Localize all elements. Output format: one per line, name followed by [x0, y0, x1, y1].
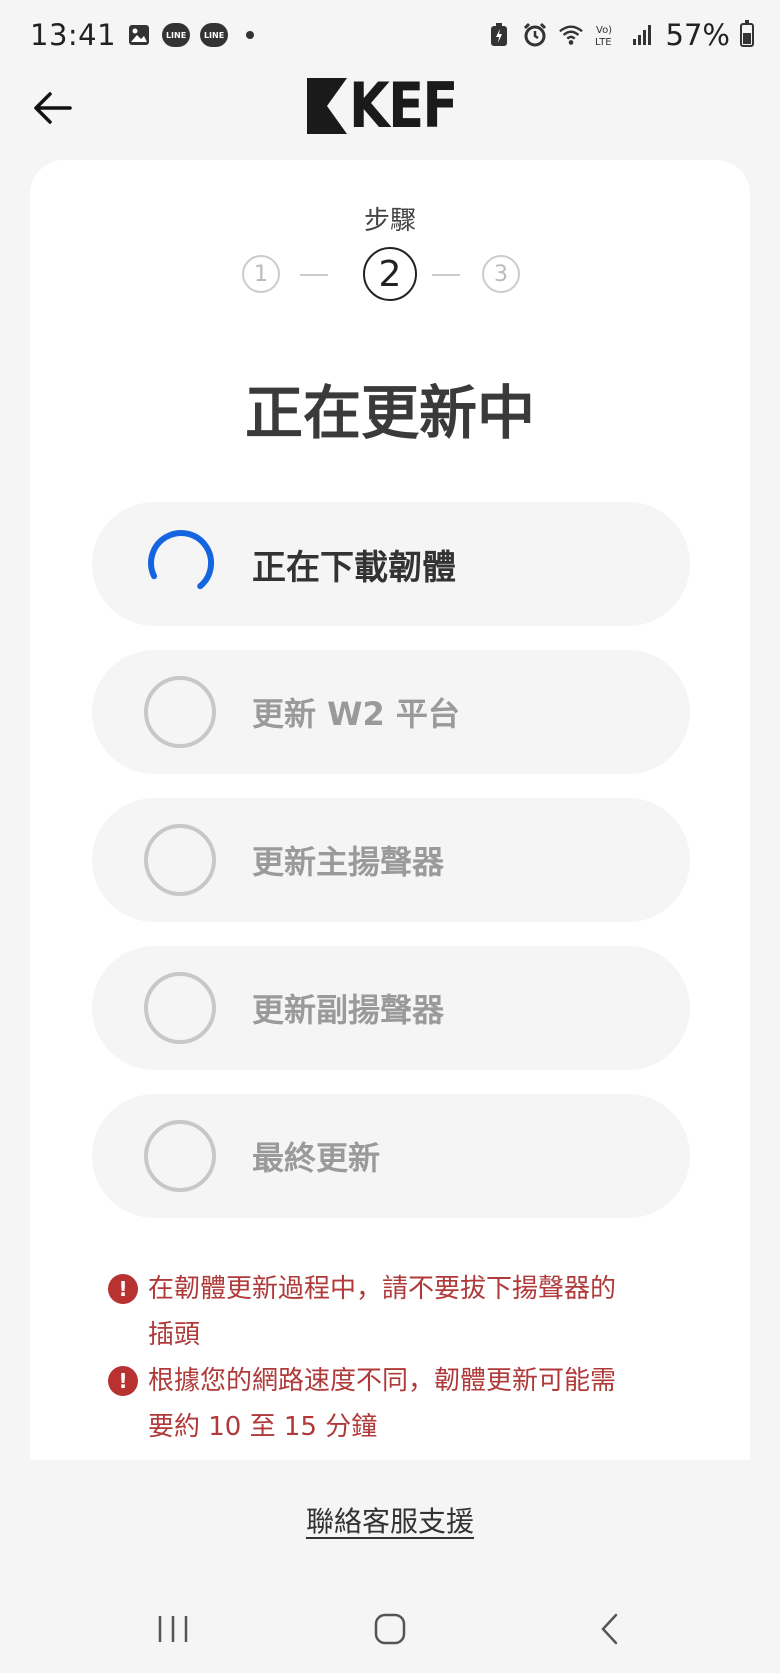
warning-text: 在韌體更新過程中，請不要拔下揚聲器的 插頭 [148, 1266, 616, 1358]
system-nav-bar [0, 1590, 780, 1670]
signal-icon [630, 22, 656, 48]
status-time: 13:41 [30, 18, 117, 52]
pending-circle-icon [144, 676, 216, 748]
task-item-download-firmware: 正在下載韌體 [92, 502, 690, 626]
step-connector [432, 274, 460, 276]
chevron-left-icon [601, 1613, 618, 1645]
task-item-update-secondary-speaker: 更新副揚聲器 [92, 946, 690, 1070]
arrow-left-icon [34, 92, 72, 124]
exclamation-icon: ! [108, 1366, 138, 1396]
svg-text:Vo): Vo) [596, 25, 612, 36]
contact-support-link[interactable]: 聯絡客服支援 [0, 1500, 780, 1540]
top-bar: KEF [0, 70, 780, 170]
line-app-icon: LINE [162, 23, 191, 47]
home-button[interactable] [360, 1604, 420, 1654]
recent-apps-icon [158, 1616, 188, 1642]
warning-line: 根據您的網路速度不同，韌體更新可能需 [148, 1366, 617, 1396]
step-label: 步驟 [363, 206, 416, 236]
warning-unplug: ! 在韌體更新過程中，請不要拔下揚聲器的 插頭 [108, 1266, 678, 1358]
recent-apps-button[interactable] [143, 1604, 203, 1654]
warning-line: 插頭 [148, 1320, 201, 1350]
wifi-icon [558, 22, 584, 48]
battery-saver-icon [486, 22, 512, 48]
pending-circle-icon [144, 1120, 216, 1192]
alarm-icon [522, 22, 548, 48]
task-label: 正在下載韌體 [252, 547, 456, 588]
task-item-update-primary-speaker: 更新主揚聲器 [92, 798, 690, 922]
battery-icon [740, 20, 754, 47]
pending-circle-icon [144, 824, 216, 896]
gallery-icon [126, 22, 152, 48]
battery-percentage: 57% [665, 18, 730, 52]
task-item-final-update: 最終更新 [92, 1094, 690, 1218]
more-notifications-dot-icon [246, 31, 255, 39]
status-bar: 13:41 LINE LINE Vo) LTE 57% [0, 0, 780, 70]
warning-text: 根據您的網路速度不同，韌體更新可能需 要約 10 至 15 分鐘 [148, 1358, 616, 1450]
exclamation-icon: ! [108, 1274, 138, 1304]
task-label: 更新 W2 平台 [252, 695, 460, 733]
back-button[interactable] [28, 84, 76, 132]
system-back-button[interactable] [580, 1604, 640, 1654]
task-label: 更新副揚聲器 [252, 991, 445, 1029]
stepper: 1 2 3 [30, 246, 750, 302]
volte-icon: Vo) LTE [594, 22, 620, 48]
pending-circle-icon [144, 972, 216, 1044]
page-title: 正在更新中 [244, 379, 535, 447]
step-3-indicator: 3 [482, 255, 520, 293]
step-1-indicator: 1 [242, 255, 280, 293]
warning-line: 在韌體更新過程中，請不要拔下揚聲器的 [148, 1274, 617, 1304]
line-app-icon: LINE [200, 23, 229, 47]
warning-line: 要約 10 至 15 分鐘 [148, 1412, 378, 1442]
warning-duration: ! 根據您的網路速度不同，韌體更新可能需 要約 10 至 15 分鐘 [108, 1358, 678, 1450]
update-card: 步驟 1 2 3 正在更新中 正在下載韌體 更新 W2 平台 更新主揚聲器 更新… [30, 160, 750, 1460]
kef-logo: KEF [307, 69, 476, 142]
task-label: 更新主揚聲器 [252, 843, 445, 881]
step-connector [300, 274, 328, 276]
kef-logo-mark-icon [307, 78, 347, 134]
logo-text: KEF [349, 69, 458, 142]
loading-spinner-icon [144, 528, 216, 600]
step-2-indicator: 2 [363, 247, 417, 301]
home-icon [374, 1613, 406, 1645]
task-item-update-w2-platform: 更新 W2 平台 [92, 650, 690, 774]
svg-text:LTE: LTE [595, 37, 612, 48]
task-label: 最終更新 [252, 1139, 381, 1177]
